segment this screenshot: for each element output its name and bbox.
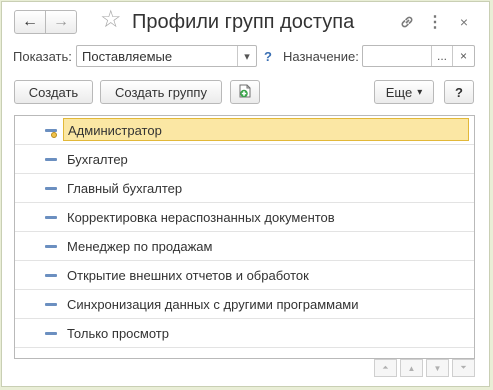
page-down-icon[interactable]: ▼ — [426, 359, 449, 377]
item-marker-icon — [45, 303, 57, 306]
list-item-label: Администратор — [63, 118, 469, 141]
list-item[interactable]: Открытие внешних отчетов и обработок — [15, 261, 474, 290]
close-icon[interactable]: × — [457, 12, 471, 32]
access-group-profiles-window: ← → ☆ Профили групп доступа ⋮ × Показать… — [1, 1, 490, 387]
create-button[interactable]: Создать — [14, 80, 93, 104]
show-label: Показать: — [13, 49, 72, 64]
arrow-right-icon: → — [53, 13, 69, 30]
purpose-input[interactable]: ... × — [362, 45, 475, 67]
ellipsis-select-icon[interactable]: ... — [432, 46, 452, 66]
list-item-label: Корректировка нераспознанных документов — [67, 210, 335, 225]
list-item-label: Открытие внешних отчетов и обработок — [67, 268, 309, 283]
list-item-label: Только просмотр — [67, 326, 169, 341]
item-marker-icon — [45, 274, 57, 277]
clear-icon[interactable]: × — [453, 46, 474, 66]
help-button-label: ? — [455, 84, 463, 100]
more-menu-icon[interactable]: ⋮ — [427, 12, 443, 32]
list-item[interactable]: Синхронизация данных с другими программа… — [15, 290, 474, 319]
page-up-icon[interactable]: ▲ — [400, 359, 423, 377]
list-item[interactable]: Корректировка нераспознанных документов — [15, 203, 474, 232]
profiles-list: Администратор Бухгалтер Главный бухгалте… — [14, 115, 475, 359]
arrow-left-icon: ← — [22, 13, 38, 30]
item-marker-icon — [45, 245, 57, 248]
chevron-down-icon[interactable]: ▾ — [238, 46, 256, 66]
page-title: Профили групп доступа — [132, 11, 355, 33]
back-button[interactable]: ← — [14, 10, 46, 34]
help-button[interactable]: ? — [444, 80, 474, 104]
forward-button[interactable]: → — [45, 10, 77, 34]
list-pager: ⏶ ▲ ▼ ⏷ — [2, 359, 491, 377]
create-group-button-label: Создать группу — [115, 84, 207, 100]
favorite-star-icon[interactable]: ☆ — [100, 6, 122, 34]
more-button-label: Еще — [385, 84, 413, 100]
predefined-marker-icon — [51, 132, 57, 138]
link-icon[interactable] — [398, 12, 416, 32]
dropdown-arrow-icon: ▾ — [417, 86, 423, 98]
create-group-button[interactable]: Создать группу — [100, 80, 222, 104]
last-page-icon[interactable]: ⏷ — [452, 359, 475, 377]
copy-button[interactable] — [230, 80, 260, 104]
title-bar: ← → ☆ Профили групп доступа ⋮ × — [2, 2, 489, 40]
more-button[interactable]: Еще ▾ — [374, 80, 434, 104]
item-marker-icon — [45, 332, 57, 335]
list-item[interactable]: Менеджер по продажам — [15, 232, 474, 261]
item-marker-icon — [45, 187, 57, 190]
list-item[interactable]: Администратор — [15, 116, 474, 145]
item-marker-icon — [45, 216, 57, 219]
question-mark-icon[interactable]: ? — [264, 49, 272, 64]
list-item[interactable]: Бухгалтер — [15, 145, 474, 174]
show-select-value: Поставляемые — [82, 49, 173, 64]
list-item-label: Синхронизация данных с другими программа… — [67, 297, 359, 312]
list-item-label: Главный бухгалтер — [67, 181, 183, 196]
item-marker-icon — [45, 158, 57, 161]
create-button-label: Создать — [28, 84, 79, 100]
first-page-icon[interactable]: ⏶ — [374, 359, 397, 377]
list-item-label: Менеджер по продажам — [67, 239, 213, 254]
list-item-label: Бухгалтер — [67, 152, 128, 167]
purpose-label: Назначение: — [283, 49, 359, 64]
list-item[interactable]: Только просмотр — [15, 319, 474, 348]
show-select[interactable]: Поставляемые ▾ — [76, 45, 257, 67]
list-item[interactable]: Главный бухгалтер — [15, 174, 474, 203]
copy-document-icon — [237, 83, 253, 102]
